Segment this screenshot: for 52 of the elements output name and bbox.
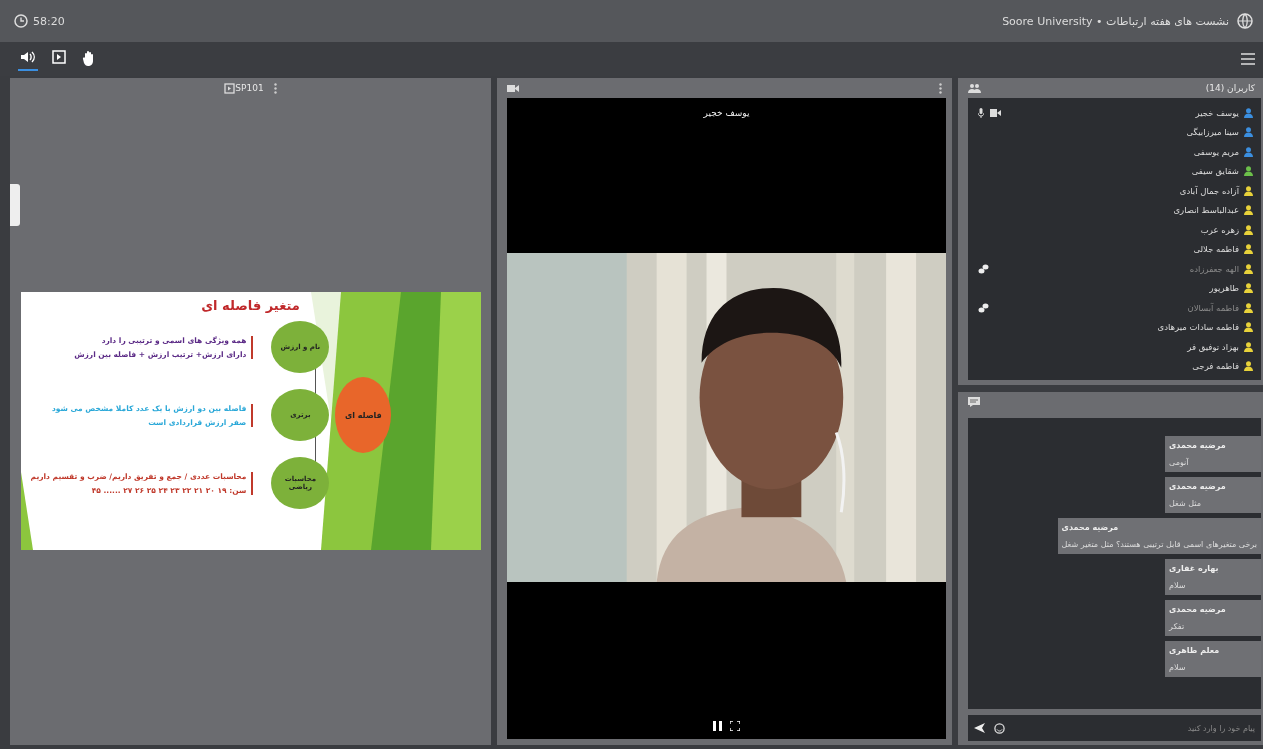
message-sender: بهاره غفاری: [1169, 564, 1219, 573]
emoji-icon: [994, 722, 1005, 734]
participant-name[interactable]: عبدالباسط انصاری: [1173, 205, 1239, 216]
fullscreen-button[interactable]: [730, 721, 740, 731]
hand-icon: [82, 50, 96, 66]
pause-button[interactable]: [713, 721, 722, 731]
participant-name[interactable]: یوسف خجیر: [1195, 107, 1239, 118]
participant-name[interactable]: سینا میرزابیگی: [1186, 127, 1239, 138]
send-icon: [974, 723, 985, 733]
menu-button[interactable]: [1239, 51, 1257, 67]
message-field[interactable]: پیام خود را وارد کنید: [1008, 715, 1261, 741]
presentation-title: SP101: [235, 83, 264, 93]
message-text: مثل شغل: [1169, 499, 1201, 508]
participants-title: کاربران (14): [1205, 83, 1255, 93]
message-sender: مرضیه محمدی: [1061, 523, 1119, 532]
participant-name[interactable]: فاطمه فرجی: [1192, 361, 1239, 372]
message-input[interactable]: پیام خود را وارد کنید: [1012, 722, 1257, 734]
message-sender: مرضیه محمدی: [1169, 605, 1226, 614]
speaker-name: یوسف خجیر: [703, 108, 750, 120]
session-title: Soore University • نشست های هفته ارتباطات: [1002, 14, 1229, 28]
participant-name[interactable]: فاطمه جلالی: [1193, 244, 1239, 255]
more-options-icon[interactable]: [937, 82, 944, 94]
session-timer: 58:20: [33, 14, 65, 28]
message-text: سلام: [1169, 663, 1186, 672]
chat-icon: [968, 397, 980, 407]
screen-share-icon: [52, 50, 66, 64]
camera-icon: [990, 108, 1001, 117]
participant-name[interactable]: بهزاد توفیق فر: [1187, 341, 1239, 352]
more-options-icon[interactable]: [271, 82, 279, 94]
message-text: برخی متغیرهای اسمی قابل ترتیبی هستند؟ مثل متغیر شغل: [1061, 540, 1257, 549]
message-sender: مرضیه محمدی: [1169, 482, 1226, 491]
message-sender: مرضیه محمدی: [1169, 441, 1226, 450]
participant-name[interactable]: فاطمه سادات میرهادی: [1157, 322, 1239, 333]
participant-name[interactable]: شقایق سیفی: [1191, 166, 1239, 177]
participant-name[interactable]: فاطمه آبسالان: [1187, 302, 1239, 313]
participant-name[interactable]: مریم یوسفی: [1193, 146, 1239, 157]
participant-name[interactable]: الهه جعفرزاده: [1189, 263, 1239, 274]
camera-icon: [507, 83, 519, 93]
send-button[interactable]: [968, 715, 988, 741]
participant-name[interactable]: طاهرپور: [1209, 283, 1239, 294]
clock-icon: [14, 14, 28, 28]
slide-title: متغیر فاصله ای: [200, 298, 301, 313]
message-text: تفکر: [1169, 622, 1185, 631]
participant-name[interactable]: زهره عرب: [1200, 224, 1239, 235]
participant-name[interactable]: آزاده جمال آبادی: [1179, 185, 1239, 196]
globe-icon: [1237, 13, 1253, 29]
speaker-icon: [20, 50, 36, 64]
presentation-icon: [224, 82, 236, 94]
message-text: آنومی: [1169, 458, 1189, 467]
users-icon: [968, 83, 981, 93]
message-sender: معلم طاهری: [1169, 646, 1220, 655]
message-text: سلام: [1169, 581, 1186, 590]
